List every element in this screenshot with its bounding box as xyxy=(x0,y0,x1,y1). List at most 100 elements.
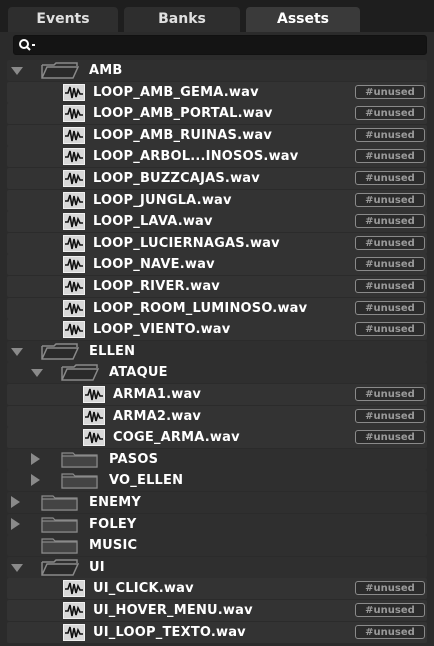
asset-filename: LOOP_AMB_RUINAS.wav xyxy=(93,127,273,143)
asset-filename: LOOP_AMB_GEMA.wav xyxy=(93,84,259,100)
asset-row[interactable]: LOOP_AMB_PORTAL.wav #unused xyxy=(7,103,427,125)
folder-label: UI xyxy=(89,559,105,575)
folder-closed-icon xyxy=(41,495,78,511)
folder-closed-icon xyxy=(61,452,98,468)
asset-row[interactable]: LOOP_LAVA.wav #unused xyxy=(7,211,427,233)
asset-filename: LOOP_ROOM_LUMINOSO.wav xyxy=(93,300,308,316)
unused-badge: #unused xyxy=(355,430,425,445)
collapse-arrow-icon[interactable] xyxy=(11,517,20,530)
tab-assets[interactable]: Assets xyxy=(246,7,360,32)
folder-row-ataque[interactable]: ATAQUE xyxy=(7,362,427,384)
audio-file-icon xyxy=(63,126,85,144)
asset-row[interactable]: ARMA2.wav #unused xyxy=(7,405,427,427)
folder-row-ui[interactable]: UI xyxy=(7,556,427,578)
asset-row[interactable]: LOOP_AMB_GEMA.wav #unused xyxy=(7,81,427,103)
asset-row[interactable]: LOOP_RIVER.wav #unused xyxy=(7,276,427,297)
audio-file-icon xyxy=(63,580,85,598)
audio-file-icon xyxy=(63,623,85,641)
tab-events[interactable]: Events xyxy=(8,7,118,32)
assets-panel: Events Banks Assets AMB LOOP_AMB_GEMA.wav… xyxy=(0,0,434,646)
folder-label: ENEMY xyxy=(89,495,141,510)
audio-file-icon xyxy=(63,321,85,339)
asset-row[interactable]: LOOP_JUNGLA.wav #unused xyxy=(7,189,427,211)
asset-row[interactable]: LOOP_BUZZCAJAS.wav #unused xyxy=(7,168,427,189)
folder-closed-icon xyxy=(61,473,98,489)
audio-file-icon xyxy=(63,148,85,166)
folder-row-ellen[interactable]: ELLEN xyxy=(7,340,427,362)
asset-row[interactable]: ARMA1.wav #unused xyxy=(7,384,427,405)
audio-file-icon xyxy=(63,256,85,274)
asset-row[interactable]: COGE_ARMA.wav #unused xyxy=(7,427,427,449)
audio-file-icon xyxy=(63,278,85,295)
unused-badge: #unused xyxy=(355,300,425,315)
asset-row[interactable]: UI_LOOP_TEXTO.wav #unused xyxy=(7,621,427,643)
audio-file-icon xyxy=(63,83,85,101)
audio-file-icon xyxy=(63,191,85,209)
asset-row[interactable]: LOOP_ARBOL...INOSOS.wav #unused xyxy=(7,146,427,168)
expand-arrow-icon[interactable] xyxy=(11,563,23,572)
asset-filename: ARMA1.wav xyxy=(113,387,202,402)
folder-row-amb[interactable]: AMB xyxy=(7,60,427,81)
asset-row[interactable]: UI_HOVER_MENU.wav #unused xyxy=(7,600,427,621)
asset-filename: LOOP_NAVE.wav xyxy=(93,257,215,273)
audio-file-icon xyxy=(83,386,105,403)
search-icon xyxy=(19,39,35,51)
asset-filename: LOOP_ARBOL...INOSOS.wav xyxy=(93,149,299,165)
audio-file-icon xyxy=(63,105,85,123)
search-bar xyxy=(0,32,434,58)
unused-badge: #unused xyxy=(355,581,425,596)
unused-badge: #unused xyxy=(355,127,425,142)
folder-label: ATAQUE xyxy=(109,365,168,381)
audio-file-icon xyxy=(63,170,85,187)
folder-row-foley[interactable]: FOLEY xyxy=(7,513,427,535)
unused-badge: #unused xyxy=(355,84,425,99)
unused-badge: #unused xyxy=(355,408,425,423)
asset-filename: LOOP_AMB_PORTAL.wav xyxy=(93,106,273,122)
asset-filename: UI_CLICK.wav xyxy=(93,581,194,597)
asset-row[interactable]: LOOP_AMB_RUINAS.wav #unused xyxy=(7,124,427,146)
folder-row-pasos[interactable]: PASOS xyxy=(7,448,427,470)
unused-badge: #unused xyxy=(355,171,425,185)
asset-filename: LOOP_LAVA.wav xyxy=(93,214,213,230)
folder-row-music[interactable]: MUSIC xyxy=(7,535,427,557)
search-input[interactable] xyxy=(40,36,420,54)
folder-open-icon xyxy=(41,559,79,576)
asset-row[interactable]: LOOP_ROOM_LUMINOSO.wav #unused xyxy=(7,297,427,319)
search-field[interactable] xyxy=(13,35,427,55)
asset-row[interactable]: UI_CLICK.wav #unused xyxy=(7,578,427,600)
unused-badge: #unused xyxy=(355,387,425,401)
expand-arrow-icon[interactable] xyxy=(31,369,43,378)
folder-row-enemy[interactable]: ENEMY xyxy=(7,492,427,513)
unused-badge: #unused xyxy=(355,192,425,207)
asset-filename: UI_HOVER_MENU.wav xyxy=(93,603,253,618)
expand-arrow-icon[interactable] xyxy=(11,67,23,75)
collapse-arrow-icon[interactable] xyxy=(31,474,40,487)
folder-row-vo-ellen[interactable]: VO_ELLEN xyxy=(7,470,427,492)
audio-file-icon xyxy=(63,299,85,317)
unused-badge: #unused xyxy=(355,106,425,121)
expand-arrow-icon[interactable] xyxy=(11,347,23,356)
asset-row[interactable]: LOOP_VIENTO.wav #unused xyxy=(7,319,427,341)
asset-filename: LOOP_RIVER.wav xyxy=(93,279,220,294)
audio-file-icon xyxy=(63,234,85,252)
collapse-arrow-icon[interactable] xyxy=(11,496,20,508)
audio-file-icon xyxy=(63,213,85,231)
tab-banks[interactable]: Banks xyxy=(124,7,240,32)
unused-badge: #unused xyxy=(355,257,425,272)
unused-badge: #unused xyxy=(355,624,425,639)
collapse-arrow-icon[interactable] xyxy=(31,452,40,465)
asset-filename: ARMA2.wav xyxy=(113,408,202,424)
audio-file-icon xyxy=(83,407,105,425)
folder-label: PASOS xyxy=(109,451,159,467)
folder-open-icon xyxy=(61,364,99,382)
asset-filename: LOOP_BUZZCAJAS.wav xyxy=(93,171,260,186)
folder-closed-icon xyxy=(41,516,78,533)
asset-row[interactable]: LOOP_NAVE.wav #unused xyxy=(7,254,427,276)
unused-badge: #unused xyxy=(355,235,425,250)
asset-row[interactable]: LOOP_LUCIERNAGAS.wav #unused xyxy=(7,232,427,254)
unused-badge: #unused xyxy=(355,149,425,164)
audio-file-icon xyxy=(83,429,105,447)
asset-filename: LOOP_JUNGLA.wav xyxy=(93,192,232,208)
folder-label: ELLEN xyxy=(89,343,136,359)
audio-file-icon xyxy=(63,602,85,619)
